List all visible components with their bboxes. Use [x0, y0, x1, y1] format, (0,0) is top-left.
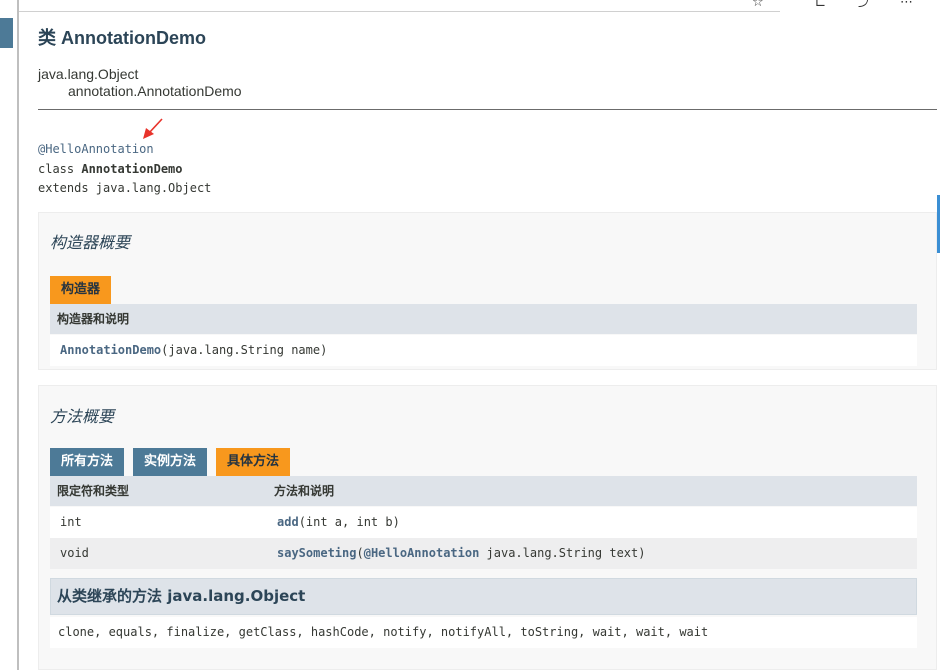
- constructor-summary: 构造器概要 构造器 构造器和说明 AnnotationDemo(java.lan…: [38, 212, 937, 370]
- table-row: void saySometing(@HelloAnnotation java.l…: [50, 538, 917, 569]
- constructor-summary-title: 构造器概要: [50, 233, 131, 252]
- method-link-saysometing[interactable]: saySometing: [277, 546, 356, 560]
- left-nav-frame: [0, 0, 19, 670]
- method-return-type: int: [60, 515, 82, 529]
- current-class: annotation.AnnotationDemo: [68, 83, 242, 99]
- method-return-type: void: [60, 546, 89, 560]
- method-table-header: 限定符和类型 方法和说明: [50, 476, 917, 506]
- method-summary: 方法概要 所有方法 实例方法 具体方法 限定符和类型 方法和说明 int add…: [38, 385, 937, 670]
- method-paren: (: [356, 546, 364, 560]
- method-params: (int a, int b): [298, 515, 400, 529]
- method-link-add[interactable]: add: [277, 515, 299, 529]
- inherited-methods-heading: 从类继承的方法 java.lang.Object: [50, 578, 917, 615]
- frame-divider[interactable]: [17, 0, 19, 670]
- method-summary-title: 方法概要: [50, 407, 115, 426]
- constructor-signature: AnnotationDemo(java.lang.String name): [60, 335, 327, 366]
- constructor-table-header: 构造器和说明: [50, 304, 917, 334]
- column-header-method: 方法和说明: [274, 484, 335, 498]
- more-icon[interactable]: ⋯: [900, 0, 913, 10]
- constructor-params: (java.lang.String name): [161, 343, 328, 357]
- nav-frame-stripe: [0, 18, 13, 48]
- method-params: java.lang.String text): [479, 546, 646, 560]
- address-bar[interactable]: [0, 0, 780, 12]
- constructor-link[interactable]: AnnotationDemo: [60, 343, 161, 357]
- inheritance-tree: java.lang.Object annotation.AnnotationDe…: [38, 66, 242, 100]
- class-signature: class AnnotationDemo: [38, 160, 211, 180]
- class-name: AnnotationDemo: [81, 161, 183, 176]
- annotation-link[interactable]: @HelloAnnotation: [364, 546, 480, 560]
- class-keyword: class: [38, 161, 75, 176]
- inherited-methods-list[interactable]: clone, equals, finalize, getClass, hashC…: [50, 617, 917, 648]
- tab-instance-methods[interactable]: 实例方法: [133, 448, 208, 476]
- tab-concrete-methods[interactable]: 具体方法: [216, 448, 291, 476]
- browser-toolbar: ☆ ⊏ ⤴ ⋯: [0, 0, 940, 14]
- page-title: 类 AnnotationDemo: [38, 28, 206, 48]
- parent-class: java.lang.Object: [38, 66, 139, 82]
- extends-line: extends java.lang.Object: [38, 181, 212, 195]
- table-row: int add(int a, int b): [50, 507, 917, 538]
- method-signature: saySometing(@HelloAnnotation java.lang.S…: [277, 538, 645, 569]
- annotation-label[interactable]: @HelloAnnotation: [38, 140, 211, 160]
- share-icon[interactable]: ⤴: [858, 0, 871, 10]
- column-header-type: 限定符和类型: [57, 484, 130, 498]
- tab-constructors[interactable]: 构造器: [50, 276, 112, 304]
- header-divider: [38, 109, 937, 110]
- table-row: AnnotationDemo(java.lang.String name): [50, 335, 917, 366]
- tab-all-methods[interactable]: 所有方法: [50, 448, 125, 476]
- method-signature: add(int a, int b): [277, 507, 400, 538]
- class-declaration: @HelloAnnotation class AnnotationDemo ex…: [38, 140, 211, 199]
- column-header: 构造器和说明: [57, 312, 130, 326]
- favorites-icon[interactable]: ⊏: [815, 0, 826, 10]
- red-arrow-icon: [143, 118, 163, 139]
- star-icon[interactable]: ☆: [752, 0, 764, 10]
